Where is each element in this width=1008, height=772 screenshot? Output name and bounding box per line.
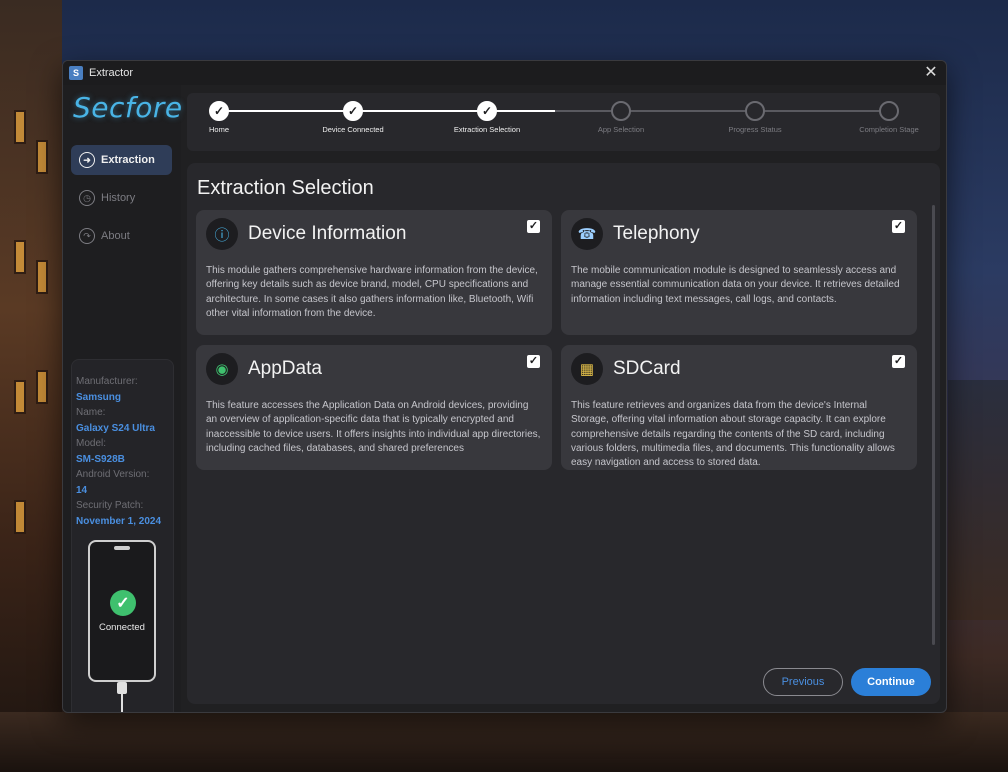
telephony-checkbox[interactable]: ✓ [892,220,905,233]
card-title: Telephony [613,223,700,244]
card-title: AppData [248,358,322,379]
card-description: This module gathers comprehensive hardwa… [206,265,538,319]
sidebar-item-label: Extraction [101,154,155,166]
sidebar: Secfore ➜ Extraction ◷ History ↷ About M… [63,85,182,712]
app-logo-icon: S [69,66,83,80]
phone-illustration: ✓ Connected [88,540,156,682]
cable-icon [121,694,123,712]
card-description: The mobile communication module is desig… [571,265,900,305]
appdata-checkbox[interactable]: ✓ [527,355,540,368]
step-completion-stage: Completion Stage [834,101,944,134]
sdcard-checkbox[interactable]: ✓ [892,355,905,368]
card-appdata[interactable]: ◉ AppData ✓ This feature accesses the Ap… [196,345,552,470]
card-description: This feature retrieves and organizes dat… [571,400,895,469]
step-progress-status: Progress Status [700,101,810,134]
cable-plug-icon [117,682,127,694]
card-title: SDCard [613,358,681,379]
telephony-icon: ☎ [571,218,603,250]
card-device-information[interactable]: ⓘ Device Information ✓ This module gathe… [196,210,552,335]
step-home: ✓ Home [164,101,274,134]
step-empty-circle-icon [879,101,899,121]
step-label: Home [208,125,229,134]
connection-status: Connected [99,622,145,633]
step-check-icon: ✓ [343,101,363,121]
model-label: Model: [76,438,107,449]
name-value: Galaxy S24 Ultra [76,422,155,434]
previous-button[interactable]: Previous [763,668,843,696]
sdcard-icon: ▦ [571,353,603,385]
step-label: Progress Status [728,125,782,134]
sidebar-item-label: History [101,192,136,204]
background-building-left [0,0,62,772]
name-label: Name: [76,407,106,418]
step-label: Device Connected [322,125,384,134]
sidebar-item-history[interactable]: ◷ History [71,183,172,213]
background-building-right [948,380,1008,620]
step-empty-circle-icon [611,101,631,121]
step-check-icon: ✓ [209,101,229,121]
connected-check-icon: ✓ [110,590,136,616]
model-value: SM-S928B [76,453,125,465]
manufacturer-label: Manufacturer: [76,376,138,387]
step-label: Completion Stage [859,125,919,134]
scrollbar[interactable] [932,205,935,645]
info-icon: ↷ [79,228,95,244]
app-window: S Extractor ✕ Secfore ➜ Extraction ◷ His… [62,60,947,713]
continue-button[interactable]: Continue [851,668,931,696]
device-info-panel: Manufacturer: Samsung Name: Galaxy S24 U… [71,359,174,712]
background-canal [0,712,1008,772]
window-title: Extractor [89,67,134,79]
step-check-icon: ✓ [477,101,497,121]
manufacturer-value: Samsung [76,391,122,403]
page-title: Extraction Selection [197,177,374,199]
step-extraction-selection: ✓ Extraction Selection [432,101,542,134]
step-empty-circle-icon [745,101,765,121]
device-information-checkbox[interactable]: ✓ [527,220,540,233]
clock-icon: ◷ [79,190,95,206]
close-button[interactable]: ✕ [922,64,940,82]
exit-arrow-icon: ➜ [79,152,95,168]
card-telephony[interactable]: ☎ Telephony ✓ The mobile communication m… [561,210,917,335]
sidebar-item-label: About [101,230,130,242]
step-app-selection: App Selection [566,101,676,134]
card-title: Device Information [248,223,407,244]
sidebar-item-about[interactable]: ↷ About [71,221,172,251]
card-sdcard[interactable]: ▦ SDCard ✓ This feature retrieves and or… [561,345,917,470]
progress-stepper: ✓ Home ✓ Device Connected ✓ Extraction S… [187,93,940,151]
android-version-label: Android Version: [76,469,150,480]
step-label: Extraction Selection [453,125,521,134]
phone-notch [114,546,130,550]
security-patch-label: Security Patch: [76,500,144,511]
sidebar-item-extraction[interactable]: ➜ Extraction [71,145,172,175]
security-patch-value: November 1, 2024 [76,515,162,527]
extraction-selection-panel: Extraction Selection ⓘ Device Informatio… [187,163,940,704]
appdata-icon: ◉ [206,353,238,385]
card-description: This feature accesses the Application Da… [206,400,541,454]
android-version-value: 14 [76,484,88,496]
title-bar: S Extractor ✕ [63,61,946,85]
device-info-icon: ⓘ [206,218,238,250]
step-device-connected: ✓ Device Connected [298,101,408,134]
step-label: App Selection [597,125,645,134]
